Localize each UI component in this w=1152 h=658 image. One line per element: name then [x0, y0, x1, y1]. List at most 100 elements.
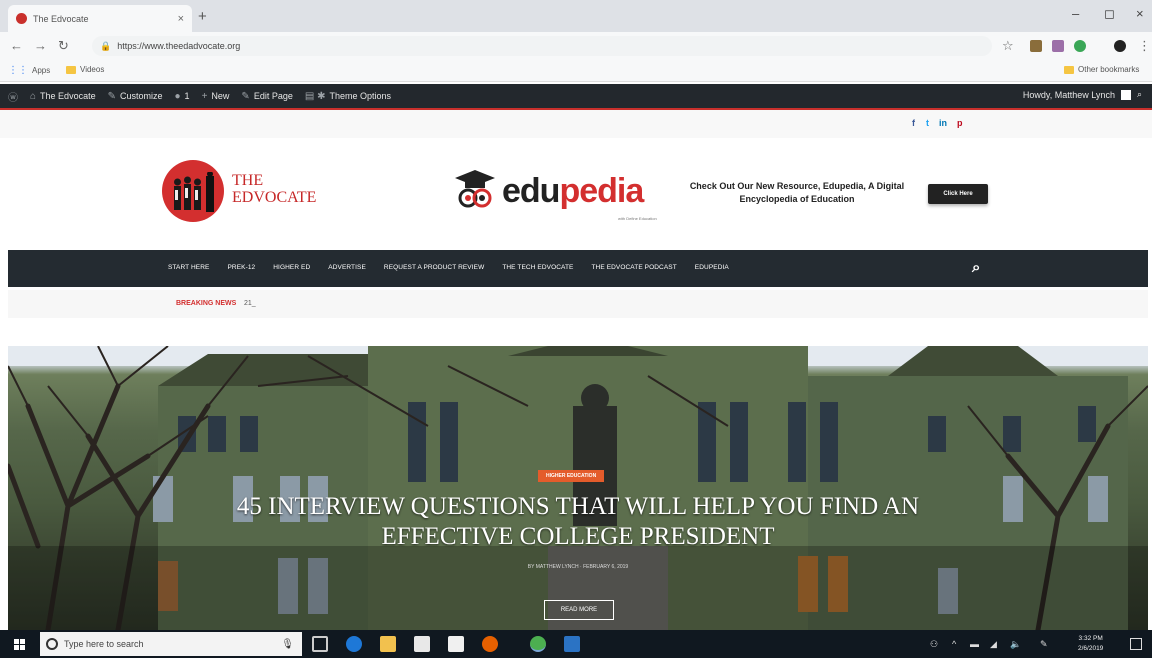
twitter-icon[interactable]: t	[926, 118, 929, 128]
edupedia-wordmark: edupedia	[502, 172, 644, 210]
pencil-icon: ✎	[241, 90, 250, 102]
file-explorer-icon[interactable]	[380, 636, 396, 652]
breaking-news-label: BREAKING NEWS	[176, 300, 237, 307]
nav-item-tech-edvocate[interactable]: THE TECH EDVOCATE	[502, 264, 573, 271]
network-icon[interactable]: ◢	[990, 639, 997, 650]
tab-close-icon[interactable]: ×	[178, 13, 184, 25]
pen-icon[interactable]: ✎	[1040, 639, 1048, 650]
click-here-button[interactable]: Click Here	[928, 184, 988, 204]
nav-item-higher-ed[interactable]: HIGHER ED	[273, 264, 310, 271]
hero-meta: BY MATTHEW LYNCH · FEBRUARY 6, 2019	[527, 564, 629, 570]
lock-icon: 🔒	[100, 40, 112, 51]
admin-new[interactable]: + New	[202, 91, 230, 102]
taskbar-search-placeholder: Type here to search	[64, 639, 144, 649]
promo-text: Check Out Our New Resource, Edupedia, A …	[689, 181, 905, 204]
extension-icon[interactable]	[1030, 40, 1042, 52]
hero-title[interactable]: 45 INTERVIEW QUESTIONS THAT WILL HELP YO…	[8, 492, 1148, 552]
settings-icon: ▤ ✱	[304, 90, 326, 102]
comment-icon: ●	[174, 90, 181, 102]
task-view-icon[interactable]	[312, 636, 328, 652]
microphone-icon[interactable]: 🎙	[281, 639, 294, 650]
admin-comments[interactable]: ● 1	[175, 91, 190, 102]
bookmark-star-icon[interactable]: ☆	[1002, 38, 1014, 54]
admin-theme-options[interactable]: ▤ ✱ Theme Options	[305, 91, 391, 102]
browser-tabstrip: The Edvocate × + – ◻ ×	[0, 0, 1152, 32]
admin-search-icon[interactable]: ⌕	[1137, 89, 1142, 100]
site-logo-text[interactable]: THE EDVOCATE	[232, 172, 316, 206]
taskbar-clock[interactable]: 3:32 PM 2/6/2019	[1078, 634, 1103, 654]
windows-start-icon[interactable]	[14, 639, 25, 650]
window-restore-button[interactable]: ◻	[1104, 6, 1115, 22]
chevron-up-icon[interactable]: ^	[952, 639, 956, 649]
hero-slide[interactable]: HIGHER EDUCATION 45 INTERVIEW QUESTIONS …	[8, 346, 1148, 630]
menu-kebab-icon[interactable]: ⋮	[1138, 38, 1151, 54]
nav-item-podcast[interactable]: THE EDVOCATE PODCAST	[591, 264, 676, 271]
pinterest-icon[interactable]: p	[957, 118, 963, 128]
reload-icon[interactable]: ↻	[58, 38, 69, 54]
read-more-button[interactable]: READ MORE	[544, 600, 614, 620]
tab-title: The Edvocate	[33, 13, 89, 24]
avatar[interactable]	[1120, 89, 1131, 100]
search-icon[interactable]: ⌕	[972, 259, 980, 276]
admin-greeting[interactable]: Howdy, Matthew Lynch	[1023, 90, 1115, 100]
browser-toolbar: ← → ↻ 🔒 https://www.theedadvocate.org ☆ …	[0, 32, 1152, 60]
store-icon[interactable]	[414, 636, 430, 652]
bookmark-videos[interactable]: Videos	[66, 65, 104, 74]
cortana-icon	[46, 638, 58, 650]
linkedin-icon[interactable]: in	[939, 118, 947, 128]
brush-icon: ✎	[107, 90, 116, 102]
edge-icon[interactable]	[346, 636, 362, 652]
volume-icon[interactable]: 🔈	[1010, 639, 1021, 650]
chrome-icon[interactable]	[530, 636, 546, 652]
hero-campus-image	[8, 346, 1148, 630]
breaking-news-ticker[interactable]: 21_	[244, 300, 256, 307]
admin-site-name[interactable]: ⌂ The Edvocate	[30, 91, 96, 102]
forward-arrow-icon[interactable]: →	[34, 38, 47, 53]
site-favicon-icon	[16, 13, 27, 24]
bookmark-apps[interactable]: ⋮⋮ Apps	[8, 65, 50, 76]
nav-item-request-review[interactable]: REQUEST A PRODUCT REVIEW	[384, 264, 484, 271]
site-header: THE EDVOCATE edupedia with Define Educat…	[0, 138, 1152, 250]
extension-icon[interactable]	[1052, 40, 1064, 52]
back-arrow-icon[interactable]: ←	[10, 38, 23, 53]
battery-icon[interactable]: ▬	[970, 639, 979, 649]
profile-avatar[interactable]	[1114, 40, 1126, 52]
wordpress-logo-icon[interactable]: ⓦ	[8, 89, 18, 104]
mail-icon[interactable]	[448, 636, 464, 652]
nav-item-start-here[interactable]: START HERE	[168, 264, 209, 271]
window-minimize-button[interactable]: –	[1072, 6, 1079, 21]
social-topbar: f t in p	[0, 108, 1152, 138]
bookmarks-bar: ⋮⋮ Apps Videos Other bookmarks	[0, 60, 1152, 82]
extension-icon[interactable]	[1074, 40, 1086, 52]
nav-item-edupedia[interactable]: EDUPEDIA	[695, 264, 729, 271]
admin-edit-page[interactable]: ✎ Edit Page	[241, 91, 292, 102]
nav-item-advertise[interactable]: ADVERTISE	[328, 264, 366, 271]
action-center-icon[interactable]	[1130, 638, 1142, 650]
hero-category-badge[interactable]: HIGHER EDUCATION	[538, 470, 605, 482]
home-icon: ⌂	[30, 90, 37, 102]
new-tab-button[interactable]: +	[198, 8, 207, 25]
edupedia-logo[interactable]: edupedia with Define Education	[448, 166, 663, 221]
taskbar-search-input[interactable]: Type here to search 🎙	[40, 632, 302, 656]
word-icon[interactable]	[564, 636, 580, 652]
people-icon[interactable]: ⚇	[930, 639, 938, 650]
address-bar[interactable]: 🔒 https://www.theedadvocate.org	[92, 36, 992, 56]
main-navigation: START HERE PREK-12 HIGHER ED ADVERTISE R…	[8, 250, 1148, 287]
url-text[interactable]: https://www.theedadvocate.org	[117, 41, 240, 51]
edupedia-tagline: with Define Education	[618, 216, 657, 221]
apps-grid-icon: ⋮⋮	[8, 65, 28, 76]
facebook-icon[interactable]: f	[912, 118, 915, 128]
plus-icon: +	[201, 90, 208, 102]
firefox-icon[interactable]	[482, 636, 498, 652]
admin-customize[interactable]: ✎ Customize	[108, 91, 163, 102]
browser-tab[interactable]: The Edvocate ×	[8, 5, 192, 32]
windows-taskbar: Type here to search 🎙 ⚇ ^ ▬ ◢ 🔈 ✎ 3:32 P…	[0, 630, 1152, 658]
other-bookmarks[interactable]: Other bookmarks	[1064, 65, 1139, 74]
edvocate-logo-icon[interactable]	[162, 160, 224, 222]
window-close-button[interactable]: ×	[1136, 6, 1144, 21]
logo-figures-icon	[174, 172, 214, 212]
folder-icon	[1064, 65, 1074, 74]
breaking-news-bar: BREAKING NEWS 21_	[8, 290, 1148, 318]
nav-item-prek-12[interactable]: PREK-12	[227, 264, 255, 271]
nav-menu: START HERE PREK-12 HIGHER ED ADVERTISE R…	[168, 264, 747, 271]
